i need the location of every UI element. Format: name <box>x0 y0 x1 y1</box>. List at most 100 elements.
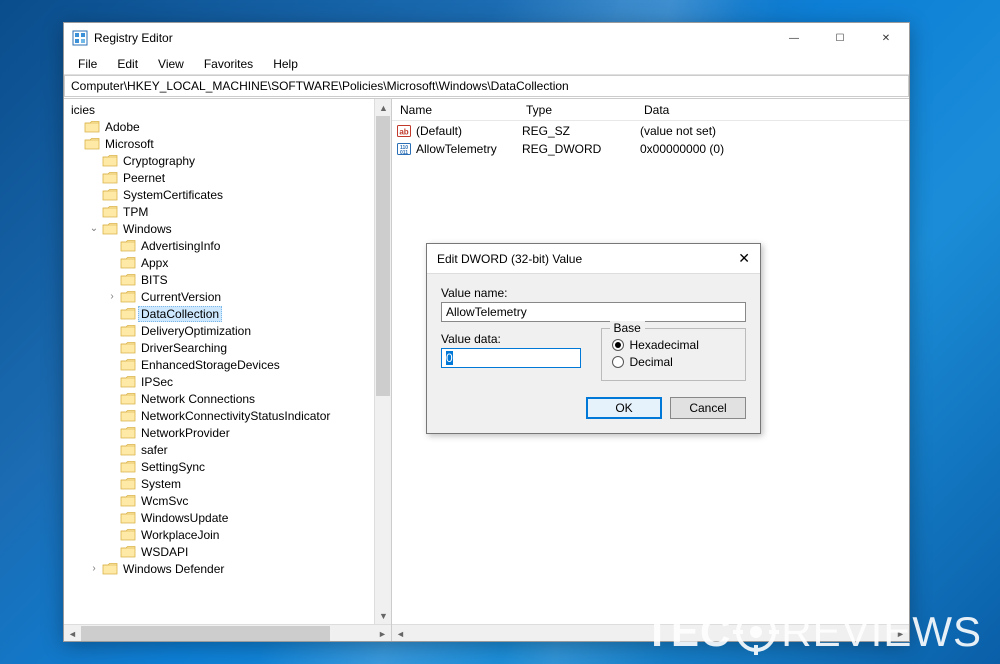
titlebar[interactable]: Registry Editor — ☐ ✕ <box>64 23 909 53</box>
tree-item[interactable]: WSDAPI <box>64 543 391 560</box>
tree-item[interactable]: TPM <box>64 203 391 220</box>
tree-item[interactable]: › Windows Defender <box>64 560 391 577</box>
value-type: REG_SZ <box>522 124 640 138</box>
folder-icon <box>120 324 136 338</box>
scroll-down-icon[interactable]: ▼ <box>375 607 392 624</box>
tree-item[interactable]: System <box>64 475 391 492</box>
folder-icon <box>120 426 136 440</box>
watermark-text-left: TEC <box>644 608 731 656</box>
tree-item[interactable]: icies <box>64 101 391 118</box>
list-row[interactable]: ab(Default)REG_SZ(value not set) <box>392 122 909 140</box>
minimize-button[interactable]: — <box>771 23 817 53</box>
tree-item[interactable]: WorkplaceJoin <box>64 526 391 543</box>
folder-icon <box>102 222 118 236</box>
tree-item[interactable]: BITS <box>64 271 391 288</box>
folder-icon <box>120 460 136 474</box>
col-header-data[interactable]: Data <box>636 103 909 117</box>
edit-dword-dialog: Edit DWORD (32-bit) Value ✕ Value name: … <box>426 243 761 434</box>
tree-item-label: WindowsUpdate <box>138 511 231 525</box>
list-row[interactable]: 110011AllowTelemetryREG_DWORD0x00000000 … <box>392 140 909 158</box>
tree-item[interactable]: Peernet <box>64 169 391 186</box>
base-label: Base <box>610 321 645 335</box>
tree-item[interactable]: IPSec <box>64 373 391 390</box>
dialog-titlebar[interactable]: Edit DWORD (32-bit) Value ✕ <box>427 244 760 274</box>
tree-item[interactable]: NetworkConnectivityStatusIndicator <box>64 407 391 424</box>
tree-item-label: Windows Defender <box>120 562 227 576</box>
tree-item-label: NetworkProvider <box>138 426 233 440</box>
ok-button[interactable]: OK <box>586 397 662 419</box>
radio-decimal[interactable]: Decimal <box>612 355 736 369</box>
tree-item[interactable]: WcmSvc <box>64 492 391 509</box>
scroll-left-icon[interactable]: ◄ <box>64 625 81 641</box>
tree-item[interactable]: SystemCertificates <box>64 186 391 203</box>
address-bar[interactable]: Computer\HKEY_LOCAL_MACHINE\SOFTWARE\Pol… <box>64 75 909 97</box>
tree-item[interactable]: Adobe <box>64 118 391 135</box>
menu-edit[interactable]: Edit <box>107 55 148 73</box>
radio-hexadecimal[interactable]: Hexadecimal <box>612 338 736 352</box>
col-header-name[interactable]: Name <box>392 103 518 117</box>
tree-item-label: SettingSync <box>138 460 208 474</box>
dialog-title-text: Edit DWORD (32-bit) Value <box>437 252 720 266</box>
tree-item-label: Windows <box>120 222 175 236</box>
tree-item[interactable]: › CurrentVersion <box>64 288 391 305</box>
watermark-text-right: REVIEWS <box>781 608 982 656</box>
folder-icon <box>84 120 100 134</box>
tree-item-label: WorkplaceJoin <box>138 528 222 542</box>
scroll-thumb[interactable] <box>376 116 390 396</box>
tree-expander-icon[interactable]: ⌄ <box>88 223 100 234</box>
tree-item[interactable]: DataCollection <box>64 305 391 322</box>
maximize-button[interactable]: ☐ <box>817 23 863 53</box>
dialog-close-button[interactable]: ✕ <box>720 250 750 267</box>
tree-item-label: WSDAPI <box>138 545 191 559</box>
scroll-thumb-h[interactable] <box>81 626 330 641</box>
svg-text:011: 011 <box>400 150 408 156</box>
folder-icon <box>120 477 136 491</box>
tree-item[interactable]: NetworkProvider <box>64 424 391 441</box>
reg-string-icon: ab <box>396 123 412 139</box>
value-name-field[interactable] <box>441 302 746 322</box>
list-header[interactable]: Name Type Data <box>392 99 909 121</box>
tree-item-label: IPSec <box>138 375 176 389</box>
tree-item[interactable]: safer <box>64 441 391 458</box>
tree-expander-icon[interactable]: › <box>106 291 118 302</box>
scroll-left-icon[interactable]: ◄ <box>392 625 409 641</box>
scroll-up-icon[interactable]: ▲ <box>375 99 392 116</box>
folder-icon <box>102 188 118 202</box>
tree-item[interactable]: SettingSync <box>64 458 391 475</box>
tree-item[interactable]: Microsoft <box>64 135 391 152</box>
tree-item[interactable]: ⌄ Windows <box>64 220 391 237</box>
tree-item[interactable]: WindowsUpdate <box>64 509 391 526</box>
tree-item[interactable]: Cryptography <box>64 152 391 169</box>
folder-icon <box>102 154 118 168</box>
value-data: 0x00000000 (0) <box>640 142 905 156</box>
close-button[interactable]: ✕ <box>863 23 909 53</box>
menu-view[interactable]: View <box>148 55 194 73</box>
svg-text:ab: ab <box>399 128 408 137</box>
tree-item[interactable]: DeliveryOptimization <box>64 322 391 339</box>
tree-item-label: CurrentVersion <box>138 290 224 304</box>
menu-file[interactable]: File <box>68 55 107 73</box>
tree-scrollbar-horizontal[interactable]: ◄ ► <box>64 624 391 641</box>
cancel-button[interactable]: Cancel <box>670 397 746 419</box>
tree-item[interactable]: AdvertisingInfo <box>64 237 391 254</box>
tree-item[interactable]: Appx <box>64 254 391 271</box>
tree-item-label: DriverSearching <box>138 341 230 355</box>
tree-item[interactable]: Network Connections <box>64 390 391 407</box>
menu-favorites[interactable]: Favorites <box>194 55 263 73</box>
window-title: Registry Editor <box>94 31 771 45</box>
tree-item[interactable]: DriverSearching <box>64 339 391 356</box>
window-controls: — ☐ ✕ <box>771 23 909 53</box>
folder-icon <box>120 392 136 406</box>
tree-item-label: Adobe <box>102 120 143 134</box>
folder-icon <box>120 443 136 457</box>
value-name: AllowTelemetry <box>416 142 522 156</box>
tree-item[interactable]: EnhancedStorageDevices <box>64 356 391 373</box>
scroll-right-icon[interactable]: ► <box>374 625 391 641</box>
dialog-button-row: OK Cancel <box>441 397 746 419</box>
tree-expander-icon[interactable]: › <box>88 563 100 574</box>
menu-help[interactable]: Help <box>263 55 308 73</box>
tree-scrollbar-vertical[interactable]: ▲ ▼ <box>374 99 391 624</box>
col-header-type[interactable]: Type <box>518 103 636 117</box>
value-data-field[interactable]: 0 <box>441 348 581 368</box>
tree-view[interactable]: iciesAdobeMicrosoftCryptographyPeernetSy… <box>64 99 391 624</box>
